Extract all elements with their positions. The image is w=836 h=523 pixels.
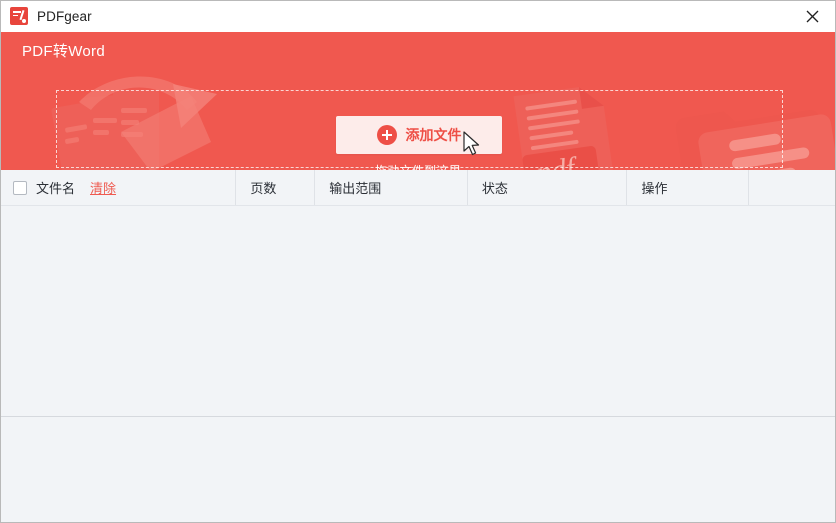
column-header-pages: 页数: [236, 170, 316, 205]
file-list-body[interactable]: [1, 206, 835, 416]
column-header-status: 状态: [468, 170, 628, 205]
close-button[interactable]: [789, 1, 835, 31]
column-header-filename: 文件名 清除: [1, 170, 237, 205]
select-all-checkbox[interactable]: [13, 180, 27, 195]
column-header-spacer: [749, 170, 835, 205]
settings-panel: 输出目录 C:\Users\User\Documents\PDFge ... 输…: [1, 417, 835, 522]
add-file-button-label: 添加文件: [405, 127, 462, 143]
plus-circle-icon: [376, 125, 397, 145]
drop-hint-text: 拖动文件到这里: [1, 162, 835, 170]
column-header-action: 操作: [627, 170, 750, 205]
pdfgear-logo-icon: [10, 7, 28, 25]
close-icon: [806, 10, 818, 22]
window-title: PDFgear: [37, 8, 92, 24]
column-header-filename-label: 文件名: [36, 181, 76, 196]
page-title: PDF转Word: [22, 43, 105, 60]
column-header-output-range: 输出范围: [315, 170, 468, 205]
clear-list-link[interactable]: 清除: [90, 178, 116, 197]
pdfgear-window: PDFgear PDF转Word 添加文件 文件名 清除 页数 输出范围 状态 …: [0, 0, 836, 523]
file-list-header: 文件名 清除 页数 输出范围 状态 操作: [1, 170, 835, 206]
title-bar: PDFgear: [1, 1, 835, 32]
file-list-area: 文件名 清除 页数 输出范围 状态 操作: [1, 170, 835, 417]
hero-dropzone-area[interactable]: pdf PDF转Word 添加文件 拖动文件到这里: [1, 32, 835, 170]
mouse-cursor-icon: [463, 131, 481, 162]
